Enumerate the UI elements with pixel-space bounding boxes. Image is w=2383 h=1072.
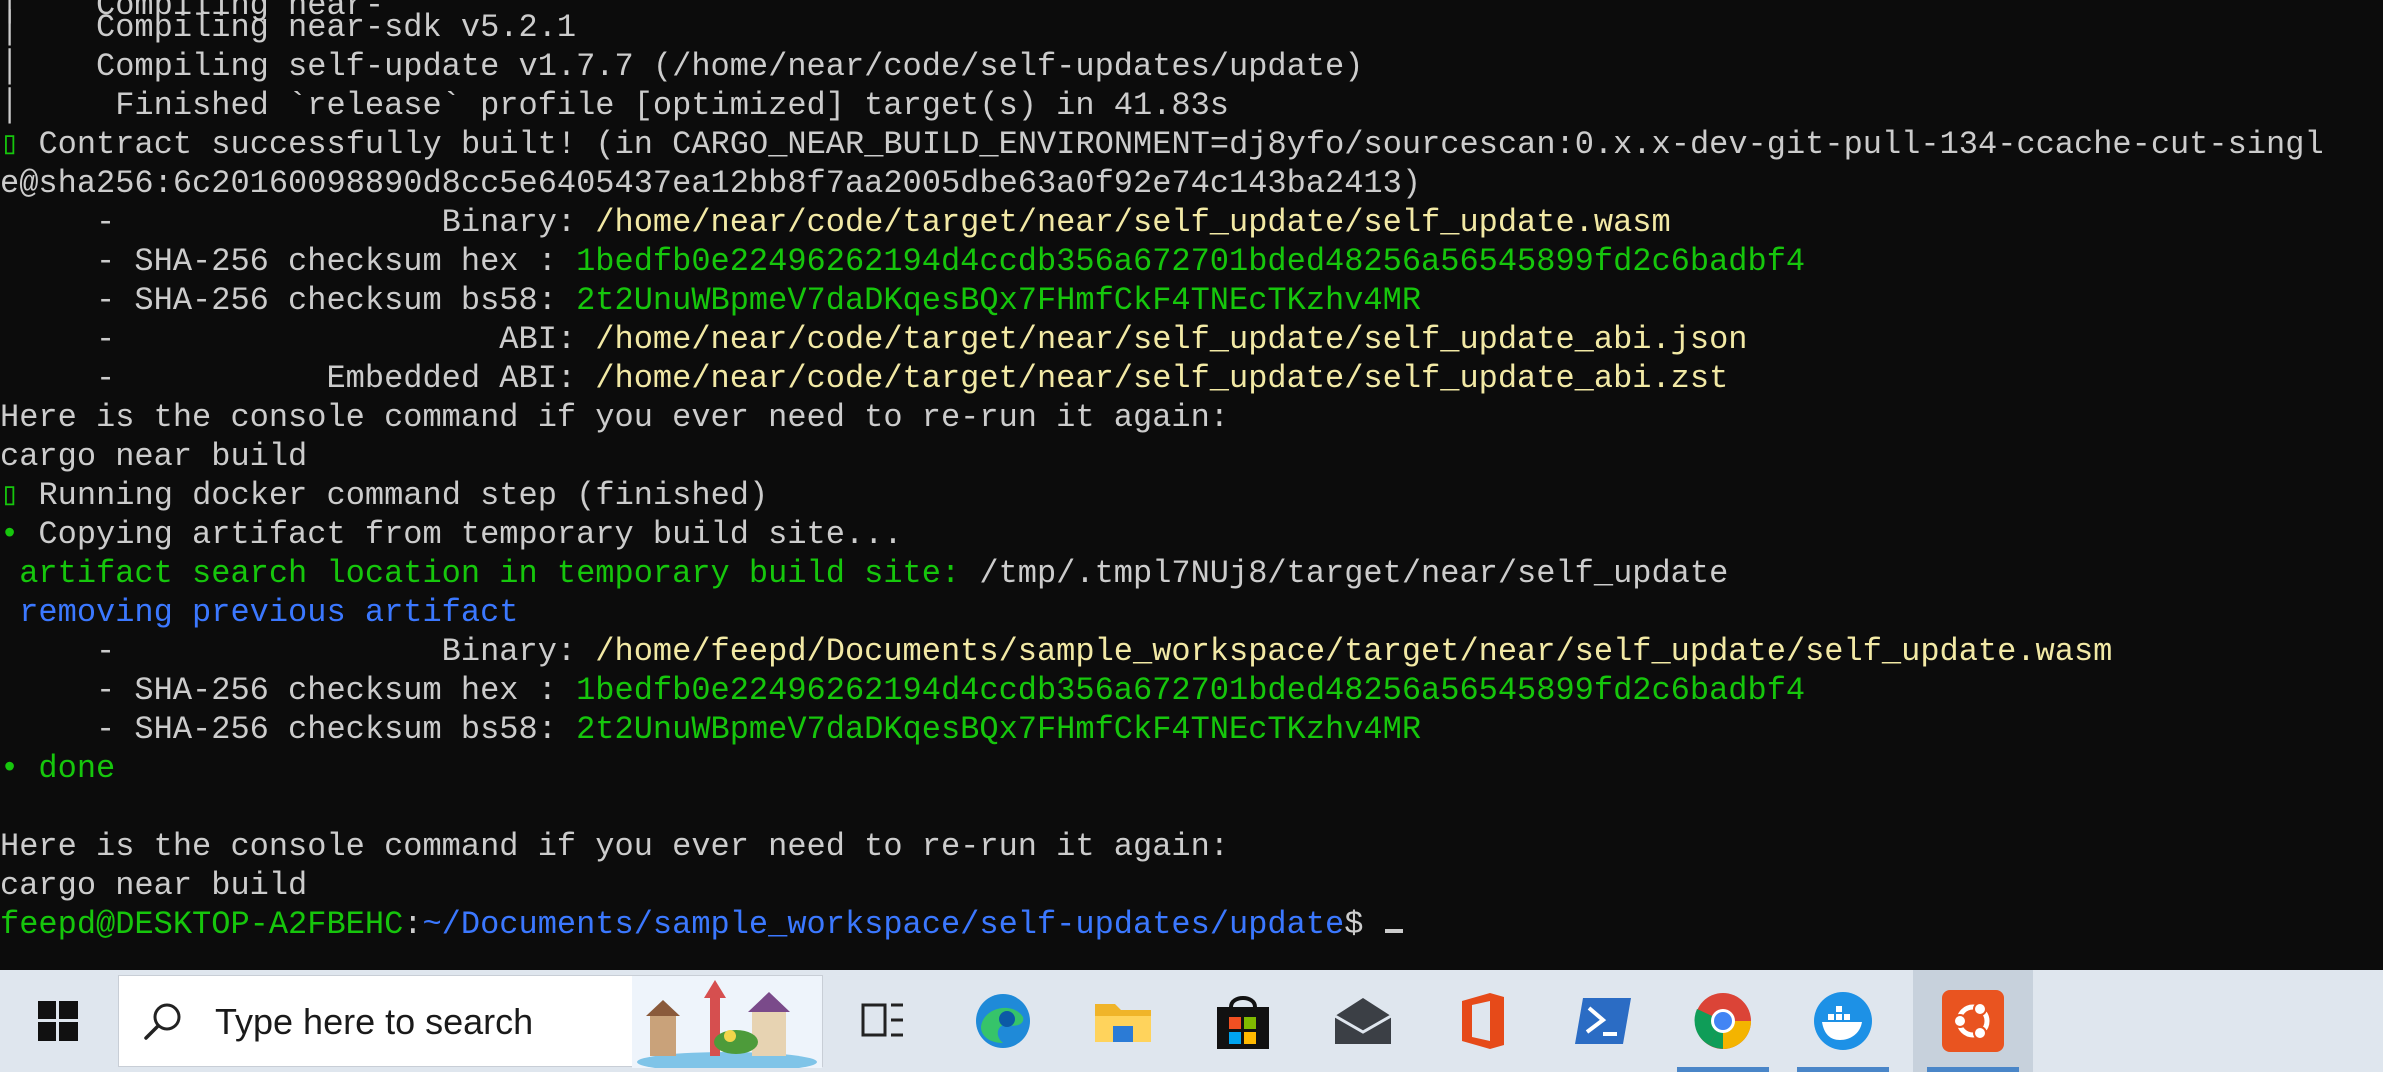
terminal-text-segment: e@sha256:6c20160098890d8cc5e6405437ea12b… [0,165,1422,202]
microsoft-store-button[interactable] [1183,970,1303,1072]
terminal-line: - SHA-256 checksum hex : 1bedfb0e2249626… [0,671,1805,710]
edge-button[interactable] [943,970,1063,1072]
terminal-line: Here is the console command if you ever … [0,398,1229,437]
terminal-text-segment: Compiling near-sdk v5.2.1 [19,9,577,46]
terminal-line: Here is the console command if you ever … [0,827,1229,866]
terminal-line: removing previous artifact [0,593,518,632]
terminal-line: artifact search location in temporary bu… [0,554,1728,593]
folder-icon [1095,1004,1151,1042]
terminal-text-segment: removing previous artifact [0,594,519,631]
edge-icon [976,994,1030,1048]
office-button[interactable] [1423,970,1543,1072]
terminal-text-segment: 2t2UnuWBpmeV7daDKqesBQx7FHmfCkF4TNEcTKzh… [576,282,1422,319]
mail-icon [1334,998,1392,1044]
terminal-line: e@sha256:6c20160098890d8cc5e6405437ea12b… [0,164,1421,203]
terminal-line: ▯ Contract successfully built! (in CARGO… [0,125,2324,164]
terminal-text-segment: - SHA-256 checksum bs58: [0,711,577,748]
search-highlight-illustration-icon [632,976,822,1068]
terminal-text-segment: Contract successfully built! (in CARGO_N… [19,126,2324,163]
terminal-text-segment: ▯ [0,477,20,514]
terminal-text-segment: /tmp/.tmpl7NUj8/target/near/self_update [979,555,1729,592]
terminal-text-segment: • done [0,750,116,787]
terminal-text-segment: 1bedfb0e22496262194d4ccdb356a672701bded4… [576,672,1806,709]
office-icon [1462,993,1504,1049]
terminal-line: ▯ Running docker command step (finished) [0,476,768,515]
terminal-line: │ Compiling near-sdk v5.2.1 [0,8,576,47]
terminal-line: │ Finished `release` profile [optimized]… [0,86,1229,125]
terminal-line: • Copying artifact from temporary build … [0,515,903,554]
search-placeholder: Type here to search [215,1001,534,1042]
active-indicator [1927,1067,2019,1072]
terminal-line: cargo near build [0,437,307,476]
terminal-text-segment: 2t2UnuWBpmeV7daDKqesBQx7FHmfCkF4TNEcTKzh… [576,711,1422,748]
terminal-line: - SHA-256 checksum hex : 1bedfb0e2249626… [0,242,1805,281]
terminal-text-segment: │ [0,87,20,124]
terminal-text-segment: Compiling self-update v1.7.7 (/home/near… [19,48,1364,85]
search-input[interactable]: Type here to search [118,975,823,1068]
terminal-cursor [1384,929,1403,933]
terminal-text-segment: Running docker command step (finished) [19,477,769,514]
terminal-line: │ Compiling self-update v1.7.7 (/home/ne… [0,47,1363,86]
ubuntu-button[interactable] [1913,970,2033,1072]
terminal-line: - Binary: /home/feepd/Documents/sample_w… [0,632,2112,671]
terminal-line: • done [0,749,115,788]
docker-icon [1814,992,1872,1050]
start-button[interactable] [0,970,115,1072]
terminal-text-segment: ▯ [0,126,20,163]
terminal-text-segment: ~/Documents/sample_workspace/self-update… [422,906,1345,943]
terminal-text-segment: - Binary: [0,204,596,241]
terminal-line: - SHA-256 checksum bs58: 2t2UnuWBpmeV7da… [0,710,1421,749]
terminal-window[interactable]: │ Compiling near- │ Compiling near-sdk v5… [0,0,2383,970]
file-explorer-button[interactable] [1063,970,1183,1072]
terminal-text-segment: : [403,906,423,943]
terminal-text-segment: Here is the console command if you ever … [0,399,1229,436]
terminal-text-segment: - SHA-256 checksum hex : [0,243,577,280]
task-view-button[interactable] [823,970,943,1072]
terminal-text-segment: - SHA-256 checksum hex : [0,672,577,709]
terminal-line: - SHA-256 checksum bs58: 2t2UnuWBpmeV7da… [0,281,1421,320]
terminal-text-segment: 1bedfb0e22496262194d4ccdb356a672701bded4… [576,243,1806,280]
active-indicator [1797,1067,1889,1072]
terminal-text-segment: cargo near build [0,438,308,475]
terminal-text-segment: cargo near build [0,867,308,904]
terminal-line: cargo near build [0,866,307,905]
terminal-text-segment: feepd@DESKTOP-A2FBEHC [0,906,404,943]
terminal-text-segment: /home/near/code/target/near/self_update/… [595,360,1729,397]
docker-button[interactable] [1783,970,1903,1072]
terminal-text-segment: - Binary: [0,633,596,670]
terminal-line: feepd@DESKTOP-A2FBEHC:~/Documents/sample… [0,905,1403,944]
terminal-text-segment: - ABI: [0,321,596,358]
terminal-text-segment: /home/near/code/target/near/self_update/… [595,321,1748,358]
terminal-text-segment: Copying artifact from temporary build si… [19,516,903,553]
terminal-line: - Binary: /home/near/code/target/near/se… [0,203,1671,242]
terminal-text-segment: /home/feepd/Documents/sample_workspace/t… [595,633,2113,670]
active-indicator [1677,1067,1769,1072]
terminal-text-segment: - Embedded ABI: [0,360,596,397]
taskbar: Type here to search [0,970,2383,1072]
store-icon [1217,996,1269,1049]
search-icon [144,1003,181,1040]
terminal-text-segment: artifact search location in temporary bu… [0,555,980,592]
terminal-text-segment: Here is the console command if you ever … [0,828,1229,865]
task-view-icon [861,1003,903,1037]
terminal-text-segment: • [0,516,20,553]
terminal-text-segment: │ [0,48,20,85]
chrome-button[interactable] [1663,970,1783,1072]
mail-button[interactable] [1303,970,1423,1072]
terminal-text-segment: $ [1344,906,1383,943]
terminal-text-segment: /home/near/code/target/near/self_update/… [595,204,1671,241]
terminal-text-segment: Finished `release` profile [optimized] t… [19,87,1229,124]
powershell-icon [1575,998,1631,1044]
chrome-icon [1694,993,1751,1049]
ubuntu-icon [1942,990,2004,1052]
powershell-button[interactable] [1543,970,1663,1072]
terminal-line: - ABI: /home/near/code/target/near/self_… [0,320,1747,359]
terminal-line: - Embedded ABI: /home/near/code/target/n… [0,359,1728,398]
windows-logo-icon [37,1001,78,1041]
terminal-text-segment: │ [0,9,20,46]
terminal-text-segment: - SHA-256 checksum bs58: [0,282,577,319]
